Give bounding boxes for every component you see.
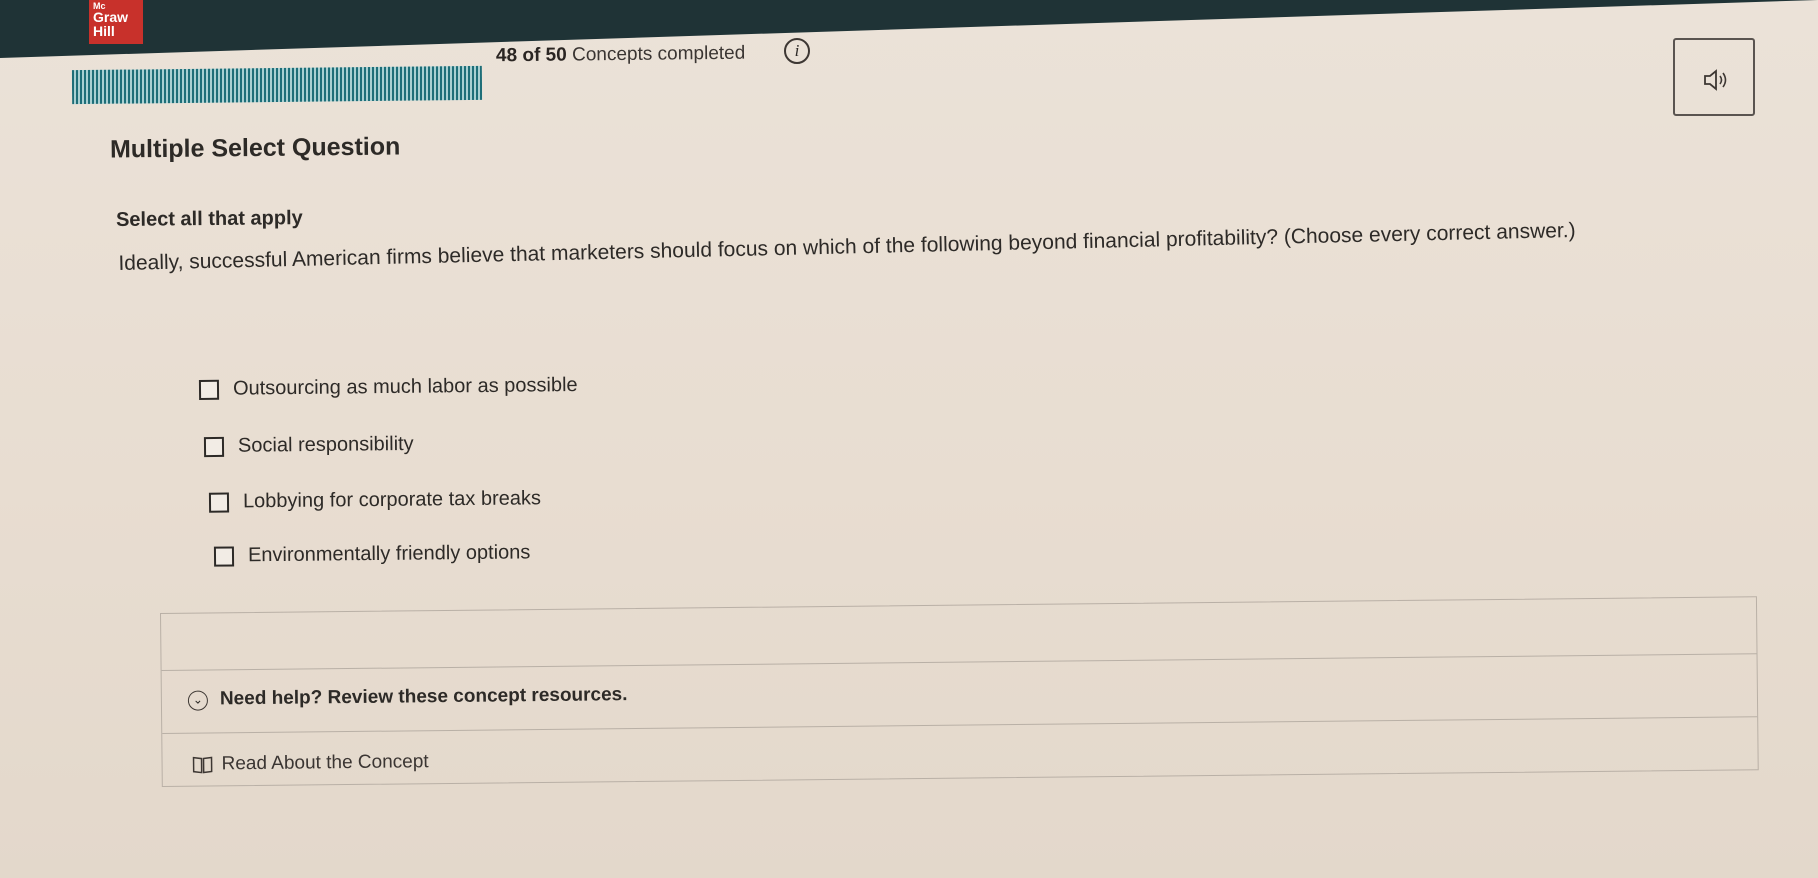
instruction-text: Select all that apply [115,207,303,231]
checkbox[interactable] [213,545,235,567]
choice-label: Environmentally friendly options [247,541,531,567]
progress-text: Concepts completed [571,42,746,66]
logo-line-2: Graw [93,9,129,25]
checkbox[interactable] [203,436,225,457]
read-aloud-button[interactable] [1673,38,1755,116]
checkbox[interactable] [198,379,220,400]
question-type-heading: Multiple Select Question [109,132,401,164]
choice-label: Social responsibility [237,432,414,457]
concepts-progress-bar [71,65,483,105]
choice-environmental[interactable]: Environmentally friendly options [213,541,531,567]
choice-social-responsibility[interactable]: Social responsibility [203,432,414,458]
chevron-down-icon: ⌄ [187,690,209,711]
help-resources-panel: ⌄ Need help? Review these concept resour… [160,596,1759,787]
info-icon[interactable]: i [784,38,810,64]
progress-count: 48 of 50 [495,44,567,67]
help-heading: Need help? Review these concept resource… [219,684,628,710]
help-toggle[interactable]: ⌄ Need help? Review these concept resour… [161,653,1758,734]
choice-lobbying[interactable]: Lobbying for corporate tax breaks [208,487,542,513]
logo-line-3: Hill [93,23,115,39]
read-about-concept-link[interactable]: Read About the Concept [192,751,429,775]
mcgraw-hill-logo: Mc Graw Hill [89,0,143,44]
read-link-label: Read About the Concept [221,751,429,775]
book-icon [192,756,213,774]
choice-label: Outsourcing as much labor as possible [232,374,578,400]
choice-label: Lobbying for corporate tax breaks [242,487,542,513]
choice-outsourcing[interactable]: Outsourcing as much labor as possible [198,374,578,401]
progress-label: 48 of 50 Concepts completed [496,43,745,68]
checkbox[interactable] [208,492,230,513]
speaker-icon [1704,69,1727,91]
